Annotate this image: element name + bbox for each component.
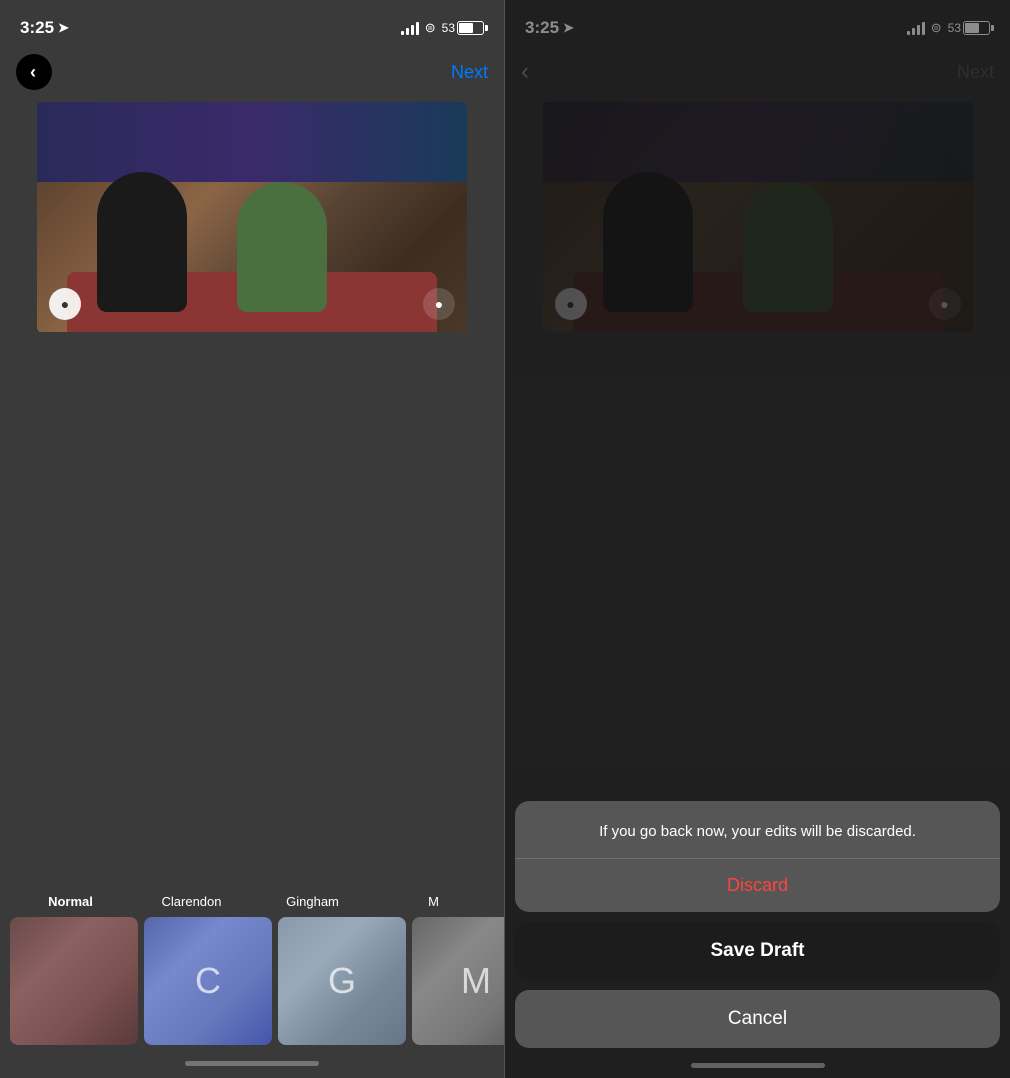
location-icon-left: ➤ (58, 20, 69, 36)
battery-icon-left (457, 21, 484, 35)
filter-thumb-clarendon[interactable]: C (144, 917, 272, 1045)
filter-label-normal: Normal (10, 894, 131, 909)
battery-text-left: 53 (442, 21, 455, 35)
main-photo-left: ● ● (37, 102, 467, 332)
action-sheet: If you go back now, your edits will be d… (505, 801, 1010, 1078)
filter-labels-left: Normal Clarendon Gingham M (0, 894, 504, 909)
back-button-left[interactable]: ‹ (16, 54, 52, 90)
filter-label-clarendon: Clarendon (131, 894, 252, 909)
signal-icon-left (401, 21, 419, 35)
discard-button[interactable]: Discard (515, 859, 1000, 912)
left-phone-panel: 3:25 ➤ ⊜ 53 ‹ Next (0, 0, 505, 1078)
filter-label-gingham: Gingham (252, 894, 373, 909)
home-indicator-left (185, 1061, 319, 1066)
chevron-left-icon: ‹ (30, 63, 36, 81)
action-sheet-message: If you go back now, your edits will be d… (515, 801, 1000, 859)
filter-thumb-gingham[interactable]: G (278, 917, 406, 1045)
right-phone-panel: 3:25 ➤ ⊜ 53 ‹ Next (505, 0, 1010, 1078)
wifi-icon-left: ⊜ (425, 20, 436, 36)
filter-label-m: M (373, 894, 494, 909)
filter-thumb-normal[interactable] (10, 917, 138, 1045)
filter-thumb-m[interactable]: M (412, 917, 504, 1045)
action-sheet-card: If you go back now, your edits will be d… (515, 801, 1000, 912)
image-area-left: ● ● (0, 102, 504, 332)
time-left: 3:25 ➤ (20, 18, 69, 38)
next-button-left[interactable]: Next (451, 62, 488, 83)
home-indicator-right (691, 1063, 825, 1068)
save-draft-button[interactable]: Save Draft (515, 922, 1000, 980)
filter-thumbnails-left: C G M (0, 917, 504, 1045)
photo-icon-left: ● (49, 288, 81, 320)
photo-icon-right-left: ● (423, 288, 455, 320)
battery-container-left: 53 (442, 21, 484, 35)
cancel-button[interactable]: Cancel (515, 990, 1000, 1048)
nav-bar-left: ‹ Next (0, 50, 504, 102)
status-icons-left: ⊜ 53 (401, 20, 484, 36)
status-bar-left: 3:25 ➤ ⊜ 53 (0, 0, 504, 50)
